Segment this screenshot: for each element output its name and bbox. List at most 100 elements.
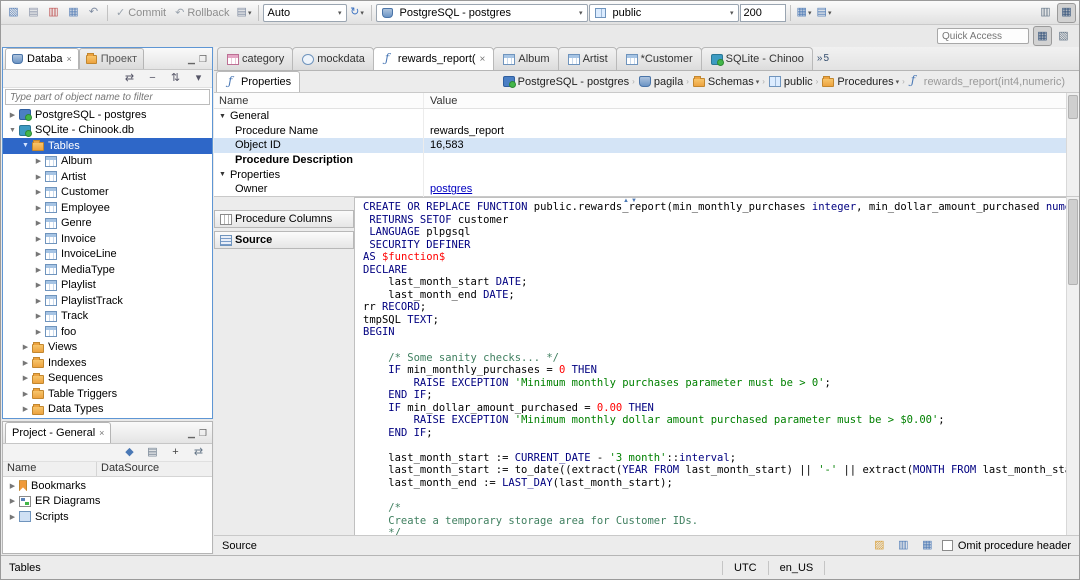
twisty-icon[interactable]: ▶ bbox=[20, 390, 31, 398]
twisty-icon[interactable]: ▶ bbox=[7, 513, 18, 521]
close-icon[interactable]: × bbox=[66, 54, 71, 64]
chevron-down-icon[interactable]: ▾ bbox=[896, 78, 900, 86]
twisty-icon[interactable]: ▶ bbox=[33, 173, 44, 181]
twisty-icon[interactable]: ▶ bbox=[33, 297, 44, 305]
rollback-button[interactable]: ↶ Rollback bbox=[171, 3, 233, 23]
sort-icon[interactable]: ⇅ bbox=[166, 69, 185, 89]
twisty-icon[interactable]: ▶ bbox=[33, 157, 44, 165]
grid-header-name[interactable]: Name bbox=[214, 93, 424, 108]
breadcrumb-item[interactable]: public bbox=[766, 75, 815, 89]
tree-item[interactable]: ▶ foo bbox=[3, 324, 212, 340]
twisty-icon[interactable]: ▶ bbox=[33, 281, 44, 289]
tree-item[interactable]: ▶ Invoice bbox=[3, 231, 212, 247]
settings-icon[interactable]: ◆ bbox=[120, 443, 139, 463]
tab-database-navigator[interactable]: Databa × bbox=[5, 48, 79, 69]
chevron-down-icon[interactable]: ▾ bbox=[756, 78, 760, 86]
twisty-icon[interactable]: ▶ bbox=[33, 250, 44, 258]
view-menu-icon[interactable]: ▾ bbox=[189, 69, 208, 89]
tab-overflow-indicator[interactable]: » 5 bbox=[817, 53, 829, 64]
transaction-mode-select[interactable]: Auto ▾ bbox=[262, 3, 347, 22]
tree-item[interactable]: ▶ Genre bbox=[3, 216, 212, 232]
twisty-icon[interactable]: ▶ bbox=[7, 497, 18, 505]
breadcrumb-item[interactable]: rewards_report(int4,numeric) bbox=[906, 73, 1067, 89]
save-all-icon[interactable]: ▥ bbox=[44, 3, 63, 23]
fetch-size-input[interactable] bbox=[739, 3, 786, 22]
list-item[interactable]: ▶ Scripts bbox=[3, 509, 212, 525]
omit-procedure-header-checkbox[interactable] bbox=[941, 540, 953, 551]
grid-header-value[interactable]: Value bbox=[424, 93, 1066, 108]
list-item[interactable]: ▶ ER Diagrams bbox=[3, 494, 212, 510]
twisty-icon[interactable]: ▶ bbox=[33, 266, 44, 274]
sync-icon[interactable]: ⇄ bbox=[189, 443, 208, 463]
tab-project-general[interactable]: Project - General × bbox=[5, 422, 112, 443]
link-with-editor-icon[interactable]: ⇄ bbox=[120, 69, 139, 89]
column-header-datasource[interactable]: DataSource bbox=[97, 462, 212, 476]
collapse-all-icon[interactable]: − bbox=[143, 69, 162, 89]
copy-source-icon[interactable]: ▦ bbox=[918, 536, 937, 556]
property-row[interactable]: Owner postgres bbox=[214, 181, 1066, 197]
owner-link[interactable]: postgres bbox=[430, 183, 472, 195]
section-source[interactable]: Source bbox=[214, 231, 354, 249]
export-source-icon[interactable]: ▨ bbox=[870, 536, 889, 556]
property-row[interactable]: Object ID 16,583 bbox=[214, 138, 1066, 153]
scrollbar-thumb[interactable] bbox=[1068, 199, 1078, 285]
property-row[interactable]: ▼ General bbox=[214, 109, 1066, 124]
twisty-icon[interactable]: ▶ bbox=[33, 204, 44, 212]
column-header-name[interactable]: Name bbox=[3, 462, 97, 476]
tree-item[interactable]: ▼ SQLite - Chinook.db bbox=[3, 123, 212, 139]
minimize-panel-icon[interactable]: ▁ bbox=[188, 54, 195, 65]
tree-item[interactable]: ▶ Data Types bbox=[3, 402, 212, 418]
twisty-icon[interactable]: ▶ bbox=[33, 235, 44, 243]
breadcrumb-item[interactable]: Schemas ▾ bbox=[690, 75, 761, 89]
close-icon[interactable]: × bbox=[99, 428, 104, 438]
breadcrumb-item[interactable]: Procedures ▾ bbox=[819, 75, 901, 89]
section-procedure-columns[interactable]: Procedure Columns bbox=[214, 210, 354, 228]
tree-item[interactable]: ▼ Tables bbox=[3, 138, 212, 154]
object-filter-input[interactable] bbox=[5, 89, 210, 105]
tasks-icon[interactable]: ▥ bbox=[1036, 3, 1055, 23]
status-timezone[interactable]: UTC bbox=[734, 562, 757, 574]
print-icon[interactable]: ▦ bbox=[64, 3, 83, 23]
twisty-icon[interactable]: ▶ bbox=[20, 405, 31, 413]
twisty-icon[interactable]: ▼ bbox=[219, 113, 226, 120]
twisty-icon[interactable]: ▶ bbox=[20, 343, 31, 351]
tree-item[interactable]: ▶ Table Triggers bbox=[3, 386, 212, 402]
twisty-icon[interactable]: ▼ bbox=[7, 127, 18, 134]
add-icon[interactable]: + bbox=[166, 443, 185, 463]
twisty-icon[interactable]: ▶ bbox=[33, 219, 44, 227]
tree-item[interactable]: ▶ Track bbox=[3, 309, 212, 325]
maximize-panel-icon[interactable]: ❒ bbox=[199, 54, 207, 65]
twisty-icon[interactable]: ▶ bbox=[33, 188, 44, 196]
tree-item[interactable]: ▶ Views bbox=[3, 340, 212, 356]
save-icon[interactable]: ▤ bbox=[24, 3, 43, 23]
sash-collapse-icon[interactable]: ▲ bbox=[623, 198, 629, 204]
grid-scrollbar[interactable] bbox=[1066, 93, 1079, 196]
quick-access-input[interactable] bbox=[937, 28, 1029, 44]
open-perspective-icon[interactable]: ▧ bbox=[1054, 26, 1073, 46]
tab-projects[interactable]: Проект bbox=[78, 48, 144, 69]
editor-tab[interactable]: mockdata bbox=[292, 47, 374, 70]
tree-item[interactable]: ▶ Indexes bbox=[3, 355, 212, 371]
tab-properties[interactable]: Properties bbox=[216, 71, 301, 92]
minimize-panel-icon[interactable]: ▁ bbox=[188, 428, 195, 439]
source-editor[interactable]: ▲ ▼ CREATE OR REPLACE FUNCTION public.re… bbox=[354, 197, 1066, 535]
twisty-icon[interactable]: ▶ bbox=[7, 111, 18, 119]
status-locale[interactable]: en_US bbox=[780, 562, 814, 574]
scrollbar-thumb[interactable] bbox=[1068, 95, 1078, 119]
tree-item[interactable]: ▶ Sequences bbox=[3, 371, 212, 387]
list-item[interactable]: ▶ Bookmarks bbox=[3, 478, 212, 494]
twisty-icon[interactable]: ▶ bbox=[33, 328, 44, 336]
twisty-icon[interactable]: ▼ bbox=[219, 171, 226, 178]
editor-tab[interactable]: category bbox=[217, 47, 294, 70]
layers-icon[interactable]: ▤ bbox=[143, 443, 162, 463]
sql-console-icon[interactable]: ▤ ▾ bbox=[815, 3, 834, 23]
editor-tab[interactable]: Artist bbox=[557, 47, 617, 70]
breadcrumb-item[interactable]: pagila bbox=[636, 75, 685, 89]
schema-select[interactable]: public ▾ bbox=[588, 3, 739, 22]
connection-select[interactable]: PostgreSQL - postgres ▾ bbox=[375, 3, 588, 22]
twisty-icon[interactable]: ▶ bbox=[7, 482, 18, 490]
tree-item[interactable]: ▶ Playlist bbox=[3, 278, 212, 294]
editor-tab[interactable]: rewards_report(× bbox=[372, 47, 495, 70]
tree-item[interactable]: ▶ PlaylistTrack bbox=[3, 293, 212, 309]
new-object-icon[interactable]: ▧ bbox=[4, 3, 23, 23]
